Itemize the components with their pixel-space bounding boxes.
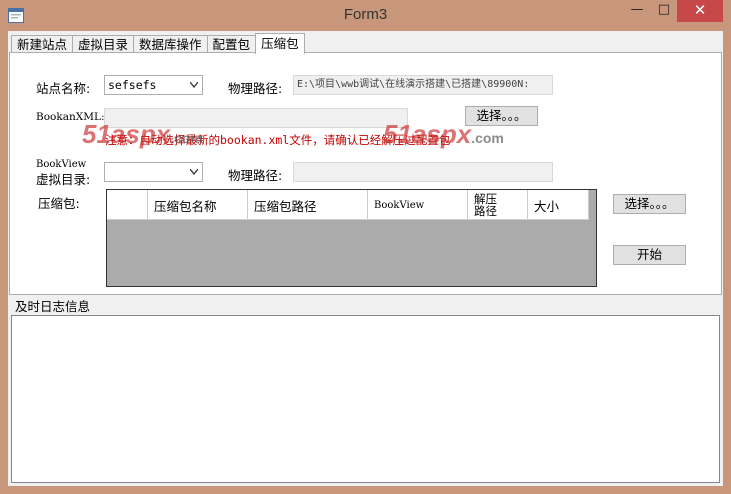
physical-path-label: 物理路径:: [228, 81, 283, 96]
physical-path-field[interactable]: E:\项目\wwb调试\在线演示搭建\已搭建\89900N:: [293, 75, 553, 95]
select-package-button[interactable]: 选择。。。: [613, 194, 686, 214]
grid-header-row-selector: [107, 190, 148, 220]
log-textbox[interactable]: [11, 315, 720, 483]
bookan-xml-field[interactable]: [104, 108, 408, 128]
virtual-directory-label: 虚拟目录:: [36, 172, 91, 187]
maximize-button[interactable]: □: [651, 0, 677, 22]
grid-header-extract-path[interactable]: 解压 路径: [468, 190, 528, 220]
package-label: 压缩包:: [38, 196, 80, 211]
warning-message: 注意：自动选择最新的bookan.xml文件，请确认已经解压过配置包: [105, 133, 451, 147]
physical-path-field-2[interactable]: [293, 162, 553, 182]
tab-panel-compressed-package: 站点名称: sefsefs 物理路径: E:\项目\wwb调试\在线演示搭建\已…: [9, 52, 722, 295]
select-bookan-xml-button[interactable]: 选择。。。: [465, 106, 538, 126]
package-grid[interactable]: 压缩包名称 压缩包路径 BookView 解压 路径 大小: [106, 189, 597, 287]
site-name-label: 站点名称:: [36, 81, 91, 96]
bookan-xml-label: BookanXML:: [36, 111, 105, 123]
grid-header-size[interactable]: 大小: [528, 190, 589, 220]
tab-compressed-package[interactable]: 压缩包: [255, 33, 305, 54]
form-client-area: 新建站点 虚拟目录 数据库操作 配置包 压缩包 站点名称: sefsefs 物理…: [8, 31, 723, 486]
grid-header-bookview[interactable]: BookView: [368, 190, 468, 220]
close-button[interactable]: ✕: [677, 0, 723, 22]
site-name-value: sefsefs: [108, 78, 157, 92]
chevron-down-icon: [190, 169, 198, 175]
site-name-combo[interactable]: sefsefs: [104, 75, 203, 95]
grid-header-package-path[interactable]: 压缩包路径: [248, 190, 368, 220]
chevron-down-icon: [190, 82, 198, 88]
watermark-suffix: .com: [471, 130, 504, 146]
title-bar[interactable]: Form3 — □ ✕: [0, 0, 731, 31]
grid-header-package-name[interactable]: 压缩包名称: [148, 190, 248, 220]
start-button[interactable]: 开始: [613, 245, 686, 265]
grid-header: 压缩包名称 压缩包路径 BookView 解压 路径 大小: [107, 190, 589, 220]
minimize-button[interactable]: —: [624, 0, 650, 22]
physical-path-label-2: 物理路径:: [228, 168, 283, 183]
window-title: Form3: [343, 6, 388, 23]
window: Form3 — □ ✕ 新建站点 虚拟目录 数据库操作 配置包 压缩包 站点名称…: [0, 0, 731, 494]
tab-strip: 新建站点 虚拟目录 数据库操作 配置包 压缩包: [11, 33, 305, 54]
log-label: 及时日志信息: [15, 299, 91, 314]
bookview-combo[interactable]: [104, 162, 203, 182]
